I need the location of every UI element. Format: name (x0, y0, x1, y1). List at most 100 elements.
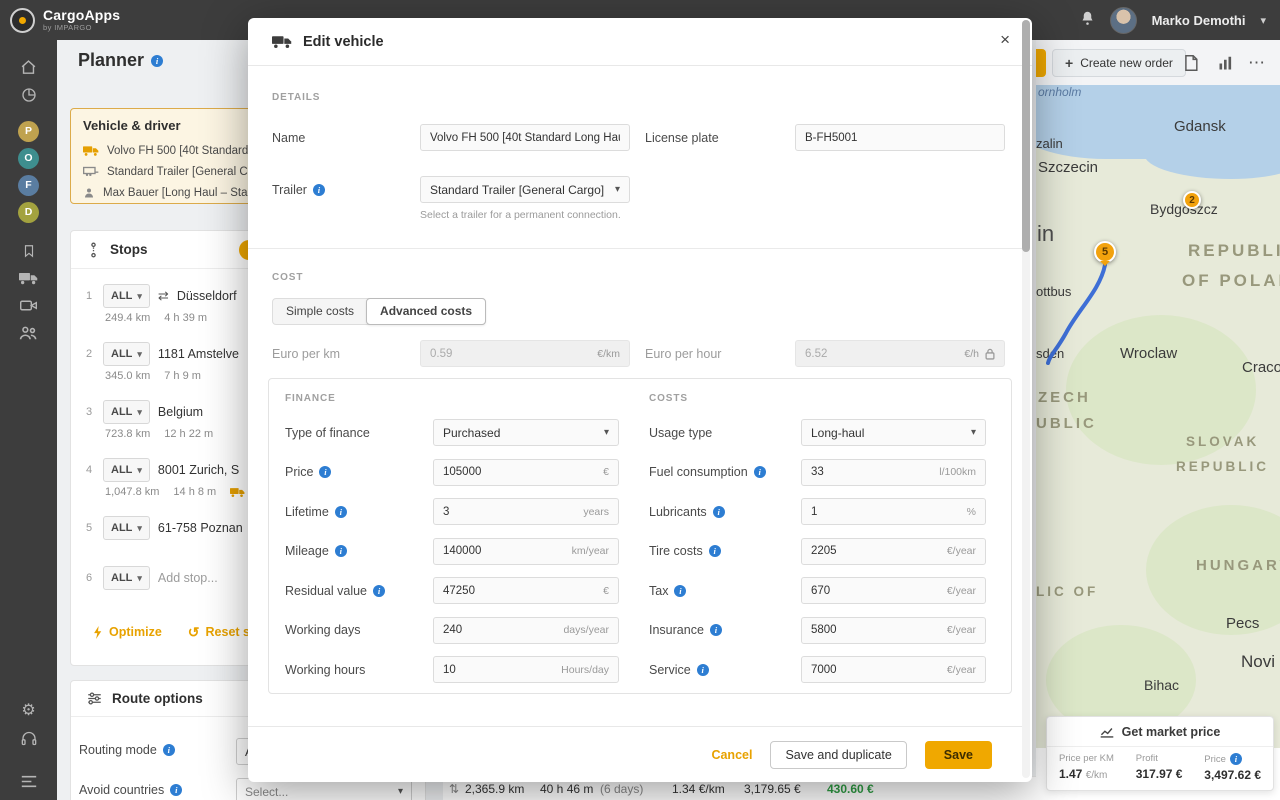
tab-simple-costs[interactable]: Simple costs (273, 299, 367, 324)
get-market-price-button[interactable]: Get market price (1047, 717, 1273, 747)
badge-d: D (18, 201, 39, 223)
sidebar-item-planner[interactable]: P (0, 118, 57, 144)
info-icon[interactable] (373, 584, 385, 597)
euro-per-km-label: Euro per km (272, 346, 341, 361)
close-icon[interactable]: × (1000, 31, 1010, 48)
info-icon[interactable] (151, 54, 164, 67)
stop-location[interactable]: Belgium (158, 405, 203, 419)
user-menu[interactable]: Marko Demothi (1152, 13, 1246, 28)
chevron-down-icon: ▾ (603, 427, 609, 438)
sidebar-item-fleet[interactable]: F (0, 172, 57, 198)
insurance-label: Insurance (649, 623, 801, 637)
info-icon[interactable] (319, 466, 332, 478)
insurance-input[interactable] (811, 624, 941, 636)
chevron-down-icon: ▾ (137, 572, 142, 583)
info-icon[interactable] (674, 584, 687, 597)
lubricants-label: Lubricants (649, 505, 801, 519)
working-hours-input[interactable] (443, 663, 556, 676)
info-icon[interactable] (162, 744, 175, 756)
type-of-finance-label: Type of finance (285, 425, 370, 440)
create-new-order-button[interactable]: + Create new order (1052, 49, 1186, 77)
sidebar-item-menu[interactable] (0, 768, 57, 794)
stop-location[interactable]: 8001 Zurich, S (158, 463, 239, 477)
routing-mode-label: Routing mode (79, 743, 175, 757)
map[interactable]: ornholm Gdansk zalin Szczecin Bydgoszcz … (1036, 85, 1280, 748)
sidebar-item-camera[interactable] (0, 292, 57, 318)
euro-per-km-input (430, 347, 592, 360)
info-icon[interactable] (170, 784, 183, 796)
tire-costs-input[interactable] (811, 545, 941, 557)
stop-location[interactable]: 61-758 Poznan (158, 521, 243, 535)
chevron-down-icon[interactable]: ▾ (1260, 14, 1266, 27)
sidebar-item-vehicles[interactable] (0, 265, 57, 291)
info-icon[interactable] (696, 663, 709, 676)
trailer-select[interactable]: Standard Trailer [General Cargo] ▾ (420, 176, 630, 203)
map-marker-2[interactable]: 2 (1183, 191, 1201, 209)
info-icon[interactable] (712, 505, 725, 518)
stop-type-select[interactable]: ALL ▾ (103, 566, 150, 590)
mileage-input[interactable] (443, 545, 566, 557)
optimize-button[interactable]: Optimize (93, 625, 162, 639)
sidebar-item-analytics[interactable] (0, 82, 57, 108)
lubricants-input[interactable] (811, 505, 961, 518)
usage-type-select[interactable]: Long-haul ▾ (801, 419, 986, 446)
sidebar-item-team[interactable] (0, 319, 57, 345)
add-stop-input[interactable]: Add stop... (158, 571, 218, 585)
sidebar-item-home[interactable] (0, 54, 57, 80)
working-days-input[interactable] (443, 624, 558, 636)
bar-chart-icon[interactable] (1212, 51, 1238, 75)
residual-value-input[interactable] (443, 584, 598, 597)
modal-footer: Cancel Save and duplicate Save (248, 726, 1022, 782)
sidebar-item-orders[interactable]: O (0, 145, 57, 171)
stop-location[interactable]: 1181 Amstelve (158, 347, 239, 361)
license-plate-field (795, 124, 1005, 151)
info-icon[interactable] (334, 505, 347, 518)
partial-action-button[interactable] (1036, 49, 1046, 77)
stop-type-select[interactable]: ALL ▾ (103, 400, 150, 424)
service-input[interactable] (811, 663, 941, 676)
stop-location[interactable]: Düsseldorf (177, 289, 237, 303)
sidebar-item-drivers[interactable]: D (0, 199, 57, 225)
info-icon[interactable] (708, 545, 721, 557)
chevron-down-icon: ▾ (970, 427, 976, 438)
stop-type-select[interactable]: ALL ▾ (103, 516, 150, 540)
residual-value-label: Residual value (285, 584, 433, 598)
name-label: Name (272, 130, 306, 145)
document-icon[interactable] (1178, 51, 1204, 75)
chevron-down-icon: ▾ (397, 786, 403, 797)
euro-per-hour-input (805, 347, 959, 360)
brand[interactable]: CargoApps by IMPARGO (10, 7, 120, 33)
tax-field: €/year (801, 577, 986, 604)
save-button[interactable]: Save (924, 740, 992, 769)
type-of-finance-select[interactable]: Purchased ▾ (433, 419, 619, 446)
notifications-bell-icon[interactable] (1080, 10, 1095, 31)
lifetime-input[interactable] (443, 505, 578, 518)
more-options-button[interactable]: ⋯ (1244, 51, 1270, 75)
info-icon[interactable] (753, 466, 766, 478)
save-and-duplicate-button[interactable]: Save and duplicate (770, 740, 907, 769)
market-values-row: Price per KM 1.47 €/km Profit 317.97 € P… (1047, 747, 1273, 790)
sidebar-item-settings[interactable]: ⚙ (0, 698, 57, 724)
license-plate-input[interactable] (805, 131, 995, 144)
scrollbar-thumb[interactable] (1022, 20, 1030, 252)
stop-type-select[interactable]: ALL ▾ (103, 342, 150, 366)
sidebar-item-bookmarks[interactable] (0, 238, 57, 264)
sidebar-item-support[interactable] (0, 725, 57, 751)
swap-icon[interactable]: ⇄ (158, 288, 169, 304)
info-icon[interactable] (334, 545, 347, 557)
info-icon[interactable] (312, 183, 325, 196)
fuel-consumption-input[interactable] (811, 466, 934, 478)
info-icon[interactable] (1229, 753, 1242, 765)
working-days-field: days/year (433, 616, 619, 644)
name-input[interactable] (430, 131, 620, 144)
stop-type-select[interactable]: ALL ▾ (103, 458, 150, 482)
chevron-down-icon: ▾ (614, 184, 620, 195)
user-avatar[interactable] (1109, 6, 1137, 34)
price-input[interactable] (443, 466, 598, 478)
tax-input[interactable] (811, 584, 941, 597)
tab-advanced-costs[interactable]: Advanced costs (366, 298, 487, 325)
stop-type-select[interactable]: ALL ▾ (103, 284, 150, 308)
cancel-button[interactable]: Cancel (711, 748, 752, 762)
map-marker-5[interactable]: 5 (1094, 241, 1116, 263)
info-icon[interactable] (709, 624, 722, 636)
